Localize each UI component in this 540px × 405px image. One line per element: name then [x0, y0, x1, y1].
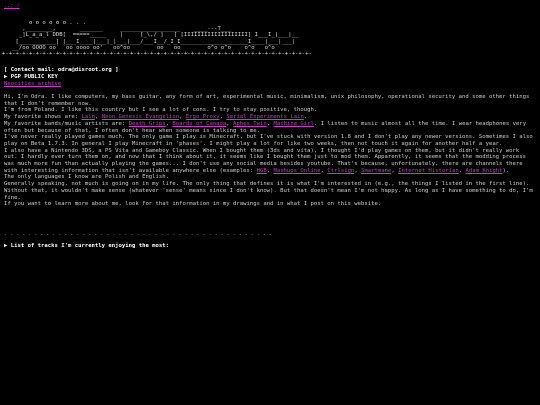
bio-life: Generally speaking, not much is going on…	[4, 181, 533, 201]
shows-prefix: My favorite shows are:	[4, 114, 82, 121]
artist-link[interactable]: Boards of Canada	[172, 121, 226, 127]
contact-prefix: [ Contact mail:	[4, 67, 58, 73]
archive-link[interactable]: Neocities archive	[4, 81, 61, 87]
bio-country: I'm from Poland. I like this country but…	[4, 107, 318, 114]
bio-games: I've never really played games much. The…	[4, 134, 533, 147]
contact-line: [ Contact mail: odra@disroot.org ]	[4, 67, 536, 74]
bio-music: My favorite bands/music artists are: Dea…	[4, 120, 527, 134]
section-divider: - - - - - - - - - - - - - - - - - - - - …	[4, 232, 272, 238]
channel-link[interactable]: Adam Knight	[466, 168, 503, 174]
bio-languages: The only languages I know are Polish and…	[4, 174, 170, 181]
channel-link[interactable]: Ctrlsign	[327, 168, 354, 174]
show-link[interactable]: Ergo Proxy	[186, 114, 220, 120]
artist-link[interactable]: Machine Girl	[273, 121, 313, 127]
pgp-key-toggle[interactable]: ▶ PGP PUBLIC KEY	[4, 74, 536, 81]
artist-link[interactable]: Aphex Twin	[233, 121, 267, 127]
channel-link[interactable]: Smartmane	[361, 168, 391, 174]
ascii-train-art: o o o o o o . . . ,________, _______ ___…	[2, 20, 312, 58]
show-link[interactable]: Serial Experiments Lain	[226, 114, 303, 120]
bio-section: Hi, I'm Odra. I like computers, my bass …	[4, 94, 536, 208]
channel-link[interactable]: HGB	[257, 168, 267, 174]
bio-intro: Hi, I'm Odra. I like computers, my bass …	[4, 94, 530, 107]
channel-link[interactable]: Mashups Online	[273, 168, 320, 174]
show-link[interactable]: Neon Genesis Evangelion	[102, 114, 179, 120]
show-link[interactable]: Lain	[81, 114, 94, 120]
bio-consoles: I also have a Nintendo 3DS, a PS Vita an…	[4, 147, 526, 174]
tracks-toggle[interactable]: ▶ List of tracks I'm currently enjoying …	[4, 243, 536, 250]
contact-suffix: ]	[111, 67, 119, 73]
music-prefix: My favorite bands/music artists are:	[4, 120, 129, 127]
consoles-suffix: ).	[502, 167, 510, 174]
bio-learn-more: If you want to learn more about me, look…	[4, 201, 382, 208]
channel-link[interactable]: Internet Historian	[398, 168, 459, 174]
artist-link[interactable]: Death Grips	[129, 121, 166, 127]
top-nav-link[interactable]: ..: :	[4, 3, 20, 10]
contact-email[interactable]: odra@disroot.org	[58, 67, 112, 73]
bio-shows: My favorite shows are: Lain, Neon Genesi…	[4, 114, 308, 121]
